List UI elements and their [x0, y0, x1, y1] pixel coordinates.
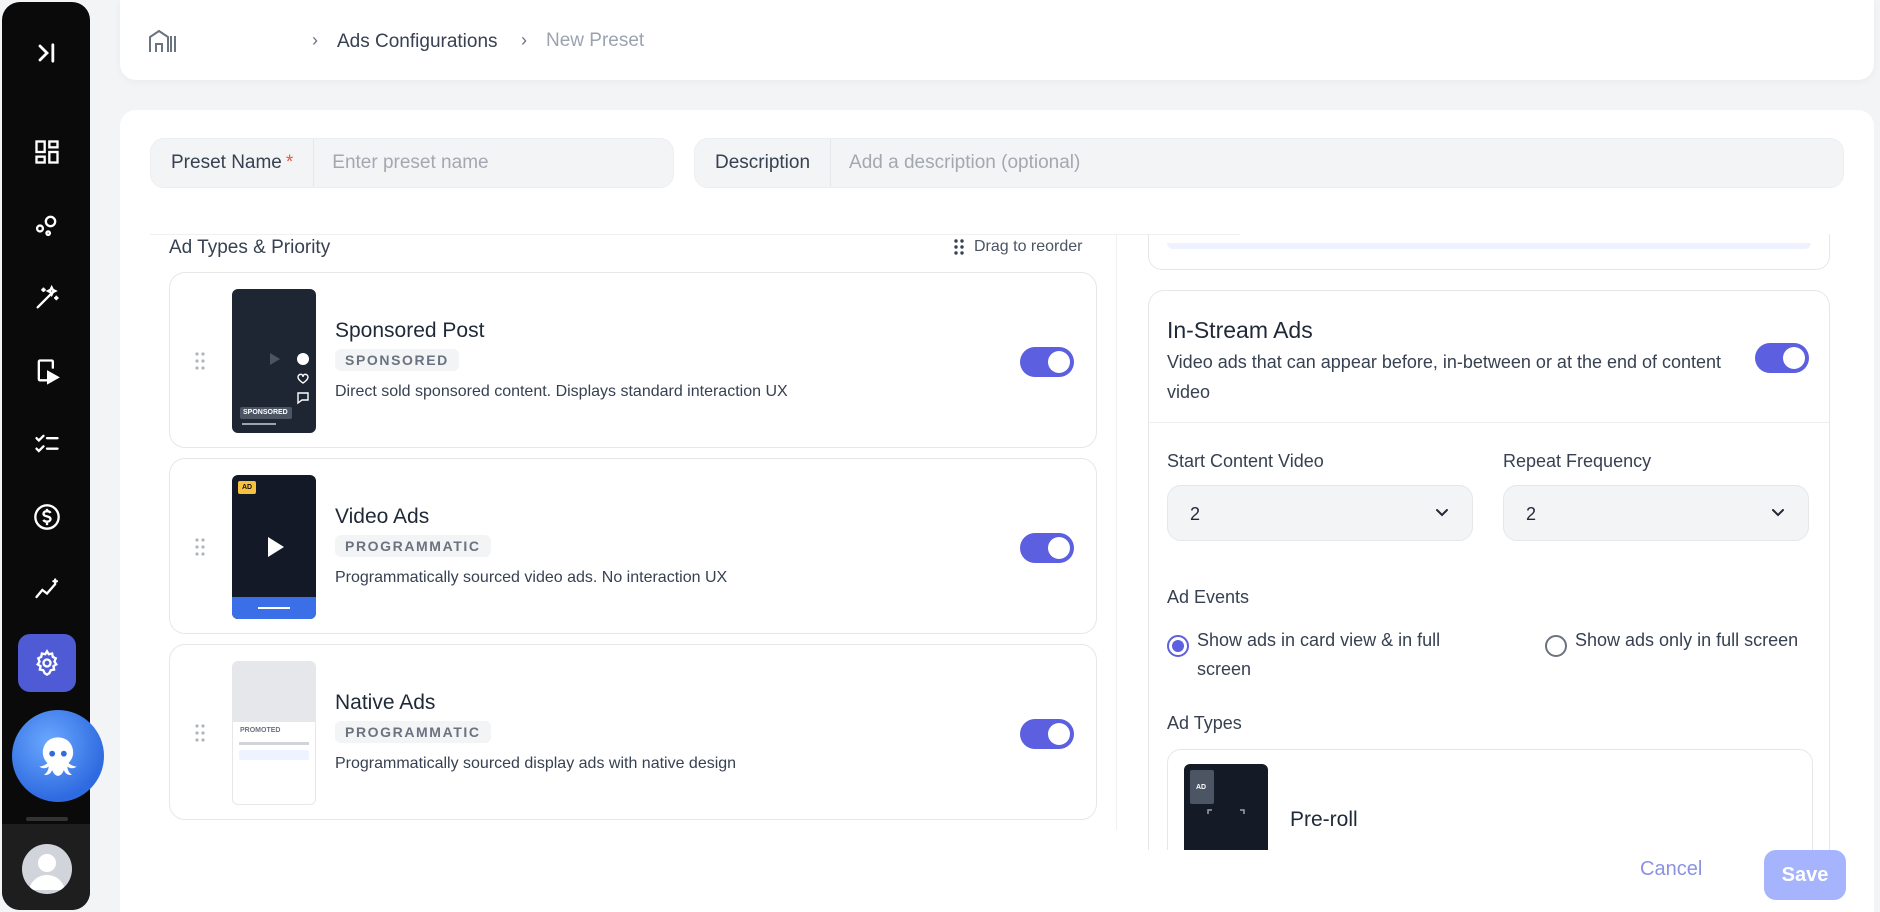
- breadcrumb-ads-configurations[interactable]: Ads Configurations: [337, 31, 498, 53]
- video-ad-thumb-label: AD: [242, 484, 253, 491]
- start-content-video-value: 2: [1190, 504, 1201, 524]
- description-label: Description: [695, 139, 832, 187]
- sponsored-post-thumbnail: SPONSORED: [232, 289, 316, 433]
- analytics-icon[interactable]: [18, 561, 76, 619]
- previous-card-stub: [1148, 234, 1830, 270]
- settings-icon[interactable]: [18, 634, 76, 692]
- collapse-sidebar-icon[interactable]: [18, 24, 76, 82]
- pre-roll-title: Pre-roll: [1290, 808, 1358, 831]
- ad-type-title: Video Ads: [335, 505, 430, 528]
- chevron-down-icon: [1436, 509, 1448, 517]
- description-input[interactable]: [831, 139, 1843, 187]
- ad-type-description: Programmatically sourced display ads wit…: [335, 755, 737, 772]
- top-header: › Ads Configurations › New Preset: [120, 0, 1874, 80]
- preset-name-input[interactable]: [314, 139, 673, 187]
- chevron-down-icon: [1772, 509, 1784, 517]
- ad-type-description: Direct sold sponsored content. Displays …: [335, 383, 788, 400]
- in-stream-title: In-Stream Ads: [1167, 317, 1313, 343]
- ad-event-radio-fullscreen-only[interactable]: [1545, 635, 1567, 657]
- in-stream-description: Video ads that can appear before, in-bet…: [1167, 352, 1722, 402]
- native-ads-toggle[interactable]: [1020, 719, 1074, 749]
- user-area: [2, 824, 90, 910]
- ad-type-card-video-ads[interactable]: AD Video Ads PROGRAMMATIC Programmatical…: [169, 458, 1097, 634]
- sponsored-thumb-label: SPONSORED: [243, 409, 288, 416]
- pre-roll-thumb-label: AD: [1196, 784, 1207, 791]
- native-ads-thumbnail: PROMOTED: [232, 661, 316, 805]
- dollar-icon[interactable]: [18, 488, 76, 546]
- video-player-icon[interactable]: [18, 342, 76, 400]
- ad-type-card-sponsored-post[interactable]: SPONSORED Sponsored Post SPONSORED Direc…: [169, 272, 1097, 448]
- drag-hint: Drag to reorder: [954, 238, 1083, 256]
- ad-event-option-label: Show ads only in full screen: [1575, 630, 1799, 650]
- drag-grip-icon[interactable]: [194, 537, 206, 557]
- repeat-frequency-value: 2: [1526, 504, 1537, 524]
- ad-type-badge: SPONSORED: [335, 349, 459, 371]
- breadcrumb-separator-icon: ›: [312, 30, 318, 50]
- ad-type-badge: PROGRAMMATIC: [335, 535, 491, 557]
- video-ads-thumbnail: AD: [232, 475, 316, 619]
- preset-editor: Preset Name* Description Ad Types & Prio…: [120, 110, 1874, 912]
- sidebar-separator: [26, 817, 68, 821]
- divider: [150, 234, 1240, 235]
- preset-name-label: Preset Name *: [151, 139, 315, 187]
- video-ads-toggle[interactable]: [1020, 533, 1074, 563]
- user-avatar-icon[interactable]: [22, 844, 72, 894]
- drag-grip-icon[interactable]: [194, 351, 206, 371]
- ad-types-label: Ad Types: [1167, 713, 1242, 733]
- required-marker: *: [285, 152, 294, 173]
- description-field: Description: [694, 138, 1844, 188]
- ad-events-label: Ad Events: [1167, 587, 1250, 607]
- column-divider: [1116, 234, 1117, 830]
- sidebar: [2, 2, 104, 910]
- in-stream-ads-card: In-Stream Ads Video ads that can appear …: [1148, 290, 1830, 850]
- breadcrumb-separator-icon: ›: [521, 30, 527, 50]
- divider: [1149, 422, 1829, 423]
- ad-type-title: Sponsored Post: [335, 319, 485, 342]
- repeat-frequency-select[interactable]: 2: [1503, 485, 1809, 541]
- save-button[interactable]: Save: [1764, 850, 1846, 900]
- ad-types-title: Ad Types & Priority: [169, 237, 331, 258]
- ad-type-title: Native Ads: [335, 691, 436, 714]
- cancel-button[interactable]: Cancel: [1640, 858, 1702, 881]
- pre-roll-thumbnail: AD: [1184, 764, 1268, 850]
- ad-type-badge: PROGRAMMATIC: [335, 721, 491, 743]
- breadcrumb-current-page: New Preset: [546, 30, 645, 51]
- drag-grip-icon[interactable]: [194, 723, 206, 743]
- dashboard-icon[interactable]: [18, 123, 76, 181]
- home-icon[interactable]: [148, 28, 176, 54]
- ad-event-radio-card-and-fullscreen[interactable]: [1167, 635, 1189, 657]
- ad-event-option-label: Show ads in card view & in full screen: [1197, 630, 1441, 679]
- native-thumb-label: PROMOTED: [240, 727, 281, 734]
- preset-name-field: Preset Name *: [150, 138, 674, 188]
- drag-hint-label: Drag to reorder: [974, 238, 1083, 255]
- checklist-icon[interactable]: [18, 415, 76, 473]
- start-content-video-select[interactable]: 2: [1167, 485, 1473, 541]
- in-stream-toggle[interactable]: [1755, 343, 1809, 373]
- octopus-icon[interactable]: [12, 710, 104, 802]
- pre-roll-card[interactable]: AD Pre-roll: [1167, 749, 1813, 850]
- magic-wand-icon[interactable]: [18, 269, 76, 327]
- ad-type-description: Programmatically sourced video ads. No i…: [335, 569, 728, 586]
- start-content-video-label: Start Content Video: [1167, 451, 1324, 471]
- integrations-icon[interactable]: [18, 196, 76, 254]
- ad-type-card-native-ads[interactable]: PROMOTED Native Ads PROGRAMMATIC Program…: [169, 644, 1097, 820]
- sponsored-post-toggle[interactable]: [1020, 347, 1074, 377]
- repeat-frequency-label: Repeat Frequency: [1503, 451, 1652, 471]
- drag-handle-icon: [954, 239, 964, 255]
